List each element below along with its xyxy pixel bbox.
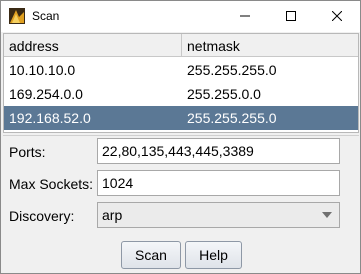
- max-sockets-label: Max Sockets:: [9, 176, 94, 192]
- table-row[interactable]: 169.254.0.0 255.255.0.0: [4, 82, 358, 106]
- minimize-button[interactable]: [222, 1, 268, 32]
- cell-address: 169.254.0.0: [9, 86, 83, 102]
- cell-address: 192.168.52.0: [9, 110, 91, 126]
- divider: [3, 135, 359, 136]
- help-button[interactable]: Help: [185, 241, 242, 269]
- table-row-selected[interactable]: 192.168.52.0 255.255.255.0: [4, 106, 358, 130]
- table-row[interactable]: 10.10.10.0 255.255.255.0: [4, 58, 358, 82]
- column-header-netmask[interactable]: netmask: [187, 38, 240, 54]
- cell-netmask: 255.255.255.0: [187, 62, 277, 78]
- discovery-select[interactable]: arp: [97, 202, 340, 228]
- ports-input[interactable]: [97, 138, 340, 164]
- close-icon: [331, 9, 343, 24]
- table-header: address netmask: [4, 34, 358, 57]
- discovery-label: Discovery:: [9, 208, 75, 224]
- ports-label: Ports:: [9, 144, 46, 160]
- scan-button[interactable]: Scan: [121, 241, 181, 269]
- chevron-down-icon[interactable]: [316, 204, 338, 226]
- maximize-icon: [286, 9, 296, 24]
- network-table: address netmask 10.10.10.0 255.255.255.0…: [3, 33, 359, 133]
- max-sockets-input[interactable]: [97, 170, 340, 196]
- cell-netmask: 255.255.0.0: [187, 86, 261, 102]
- maximize-button[interactable]: [268, 1, 314, 32]
- discovery-selected-value: arp: [102, 207, 123, 223]
- app-icon: [9, 8, 25, 24]
- cell-address: 10.10.10.0: [9, 62, 76, 78]
- title-bar[interactable]: Scan: [1, 1, 360, 32]
- scan-window: Scan address netmask 10.10.10.0 255.255.…: [0, 0, 361, 274]
- column-header-address[interactable]: address: [9, 38, 59, 54]
- cell-netmask: 255.255.255.0: [187, 110, 277, 126]
- column-divider[interactable]: [181, 34, 182, 57]
- minimize-icon: [240, 9, 250, 24]
- close-button[interactable]: [314, 1, 360, 32]
- window-title: Scan: [32, 9, 60, 23]
